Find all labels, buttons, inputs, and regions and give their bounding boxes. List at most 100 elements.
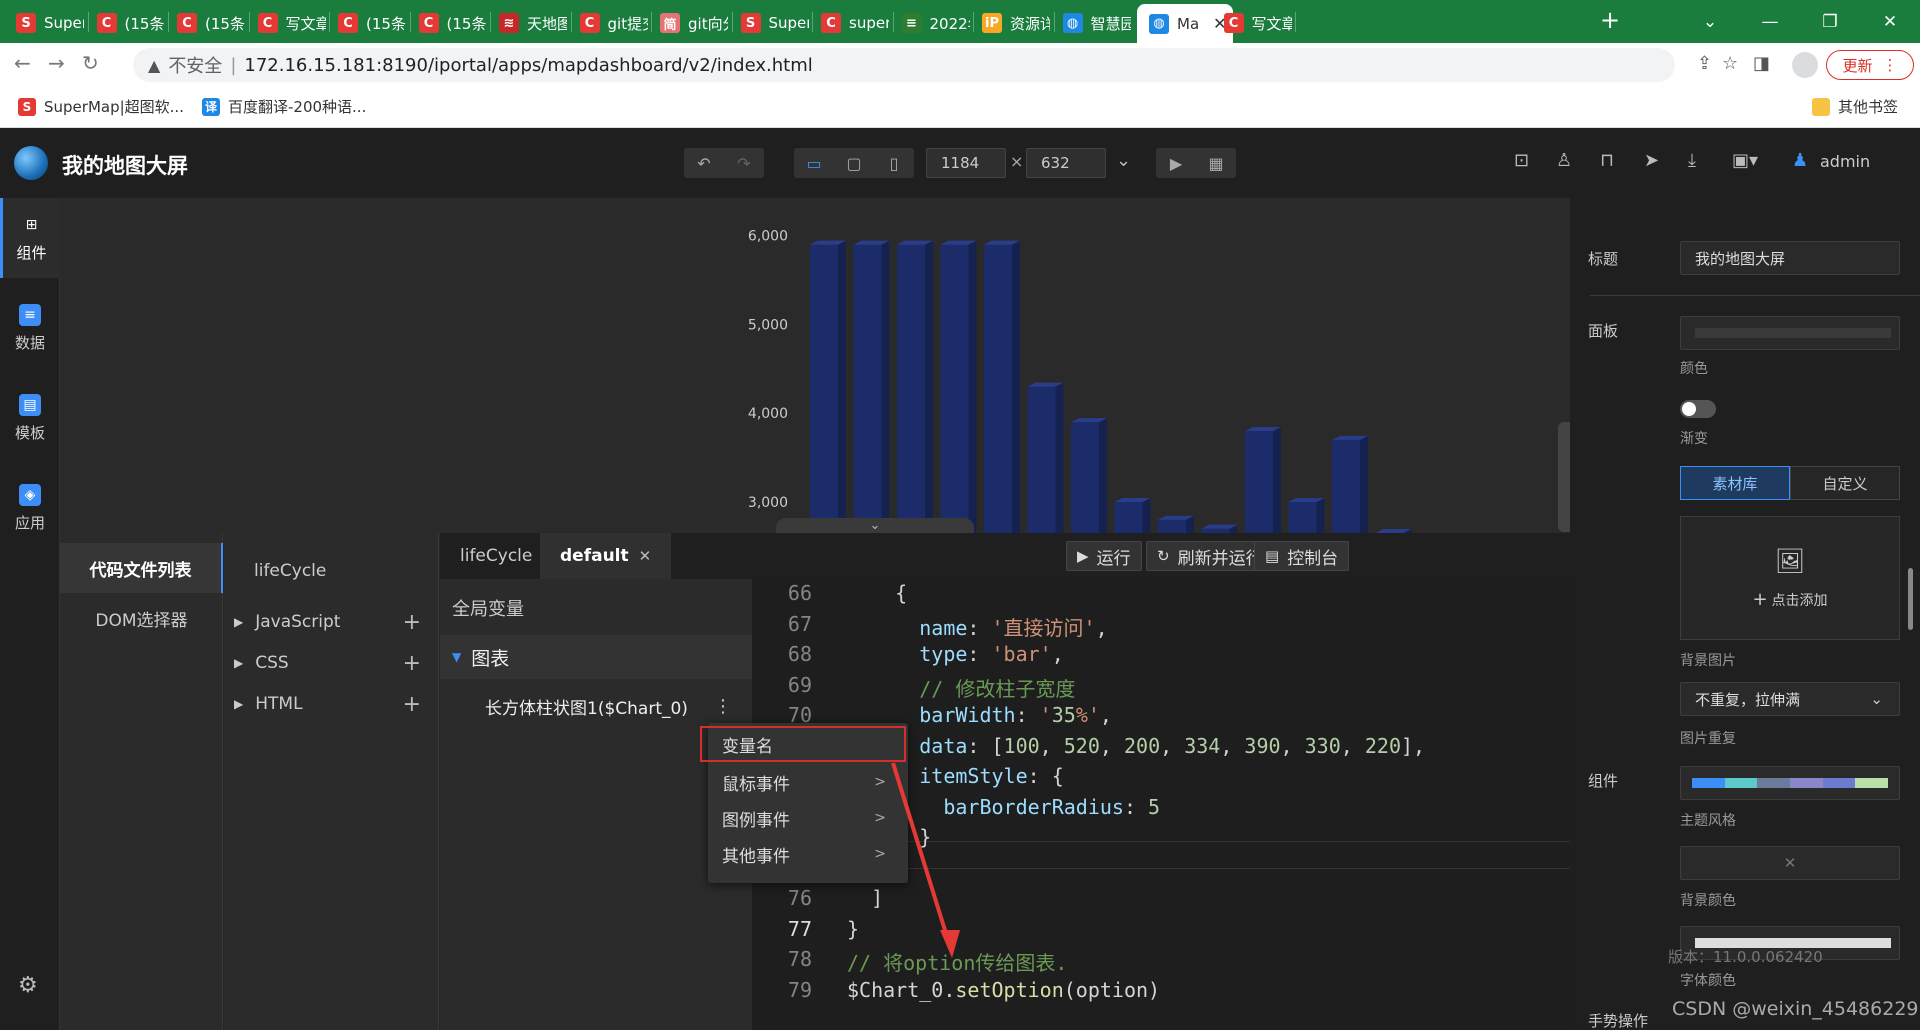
- sidebar-item-components[interactable]: ⊞ 组件: [0, 198, 60, 278]
- tree-item-css[interactable]: ▶ CSS +: [234, 648, 429, 678]
- add-icon[interactable]: +: [403, 651, 421, 676]
- dom-selector-tab[interactable]: DOM选择器: [60, 593, 223, 643]
- share-icon[interactable]: ⇪: [1697, 53, 1712, 74]
- settings-icon[interactable]: ⚙: [18, 973, 38, 998]
- image-repeat-select[interactable]: 不重复，拉伸满 ⌄: [1680, 682, 1900, 716]
- context-menu-item[interactable]: 其他事件 >: [708, 835, 908, 873]
- material-library-tab[interactable]: 素材库: [1680, 466, 1790, 500]
- browser-tab[interactable]: C (15条消: [171, 6, 245, 40]
- context-menu-item[interactable]: 图例事件 >: [708, 799, 908, 837]
- console-button[interactable]: ▤ 控制台: [1254, 541, 1350, 571]
- close-window-button[interactable]: ✕: [1860, 12, 1920, 32]
- sidebar-item-apps[interactable]: ◈ 应用: [0, 468, 60, 548]
- add-icon[interactable]: +: [403, 692, 421, 717]
- menu-dots-icon[interactable]: ⋮: [1883, 56, 1898, 74]
- run-button[interactable]: ▶ 运行: [1066, 541, 1142, 571]
- update-button[interactable]: 更新 ⋮: [1826, 50, 1914, 80]
- height-input[interactable]: 632: [1026, 148, 1106, 178]
- browser-tab[interactable]: ◍ 智慧园: [1057, 6, 1131, 40]
- profile-avatar[interactable]: [1792, 52, 1818, 78]
- chart-bar[interactable]: [853, 240, 890, 533]
- chart-bar[interactable]: [984, 240, 1020, 533]
- width-input[interactable]: 1184: [926, 148, 1006, 178]
- browser-tab[interactable]: ≡ 2022年: [896, 6, 970, 40]
- chart-bar[interactable]: [1027, 382, 1064, 533]
- chart-bar[interactable]: [810, 240, 846, 533]
- chart-group-header[interactable]: ▼ 图表: [440, 635, 752, 679]
- forward-arrow-icon[interactable]: →: [48, 51, 65, 75]
- star-icon[interactable]: ☆: [1722, 53, 1738, 74]
- side-panel-icon[interactable]: ◨: [1753, 53, 1770, 74]
- username[interactable]: admin: [1820, 152, 1870, 171]
- terminal-icon[interactable]: ⊡: [1514, 150, 1529, 171]
- bar-chart[interactable]: 3,000 4,000 5,000 6,000: [60, 198, 1570, 533]
- lock-icon[interactable]: ⊓: [1600, 150, 1614, 171]
- redo-icon[interactable]: ↷: [724, 154, 764, 173]
- chart-bar[interactable]: [1332, 435, 1368, 533]
- desktop-icon[interactable]: ▭: [794, 154, 834, 173]
- lifecycle-item[interactable]: lifeCycle: [254, 561, 326, 581]
- browser-tab[interactable]: iP 资源详: [976, 6, 1050, 40]
- chart-bar[interactable]: [1114, 497, 1151, 533]
- add-icon[interactable]: +: [403, 610, 421, 635]
- browser-tab[interactable]: C 写文章: [1218, 6, 1292, 40]
- preview-play-icon[interactable]: ▶: [1156, 154, 1196, 173]
- shirt-icon[interactable]: ♙: [1556, 150, 1572, 171]
- browser-tab[interactable]: ≋ 天地图: [493, 6, 567, 40]
- send-icon[interactable]: ➤: [1644, 150, 1659, 171]
- scrollbar[interactable]: [1908, 568, 1913, 630]
- gradient-toggle[interactable]: [1680, 400, 1716, 418]
- clear-icon[interactable]: ✕: [1784, 854, 1797, 872]
- more-vertical-icon[interactable]: ⋮: [714, 696, 732, 717]
- browser-tab[interactable]: C (15条消: [413, 6, 487, 40]
- download-icon[interactable]: ⤓: [1688, 150, 1696, 171]
- other-bookmarks[interactable]: 其他书签: [1812, 96, 1898, 117]
- chart-bar[interactable]: [1245, 426, 1281, 533]
- browser-tab[interactable]: C 写文章: [252, 6, 326, 40]
- context-menu-item[interactable]: 鼠标事件 >: [708, 763, 908, 801]
- chart-bar[interactable]: [1158, 515, 1194, 533]
- global-variables-label[interactable]: 全局变量: [452, 595, 524, 621]
- save-icon[interactable]: ▣▾: [1732, 150, 1758, 171]
- browser-tab[interactable]: 简 git向分: [654, 6, 728, 40]
- url-field[interactable]: ▲ 不安全 | 172.16.15.181:8190/iportal/apps/…: [133, 48, 1675, 82]
- code-file-list-tab[interactable]: 代码文件列表: [60, 543, 223, 593]
- tab-close-icon[interactable]: ✕: [639, 547, 652, 565]
- browser-tab[interactable]: Csuperm: [815, 6, 889, 40]
- chart-bar[interactable]: [897, 240, 933, 533]
- tab-search-icon[interactable]: ⌄: [1680, 12, 1740, 32]
- sidebar-item-templates[interactable]: ▤ 模板: [0, 378, 60, 458]
- panel-toggle-handle[interactable]: [1558, 422, 1570, 532]
- browser-tab[interactable]: S SuperM: [735, 6, 809, 40]
- editor-tab-default[interactable]: default ✕: [540, 533, 672, 579]
- chart-bar[interactable]: [940, 240, 977, 533]
- minimize-button[interactable]: —: [1740, 12, 1800, 32]
- reload-icon[interactable]: ↻: [82, 51, 99, 75]
- chevron-down-icon[interactable]: ⌄: [1116, 150, 1131, 171]
- browser-tab[interactable]: C (15条消: [91, 6, 165, 40]
- panel-color-input[interactable]: [1680, 316, 1900, 350]
- title-input[interactable]: 我的地图大屏: [1680, 241, 1900, 275]
- image-upload-box[interactable]: 🖼 + 点击添加: [1680, 516, 1900, 640]
- chart-bar[interactable]: [1288, 497, 1325, 533]
- chart-bar[interactable]: [1071, 418, 1107, 533]
- browser-tab[interactable]: C (15条消: [332, 6, 406, 40]
- bg-color-input[interactable]: ✕: [1680, 846, 1900, 880]
- chart-bar[interactable]: [1201, 524, 1238, 533]
- bookmark-item[interactable]: 译百度翻译-200种语...: [202, 96, 366, 117]
- browser-tab[interactable]: S SuperMap: [10, 6, 84, 40]
- chart-variable-item[interactable]: 长方体柱状图1($Chart_0) ⋮: [485, 691, 752, 721]
- undo-icon[interactable]: ↶: [684, 154, 724, 173]
- custom-tab[interactable]: 自定义: [1790, 466, 1900, 500]
- new-tab-button[interactable]: +: [1600, 6, 1620, 34]
- tree-item-javascript[interactable]: ▶ JavaScript +: [234, 607, 429, 637]
- qrcode-icon[interactable]: ▦: [1196, 154, 1236, 173]
- restore-button[interactable]: ❐: [1800, 12, 1860, 32]
- browser-tab[interactable]: Cgit提交: [574, 6, 648, 40]
- back-arrow-icon[interactable]: ←: [14, 51, 31, 75]
- tree-item-html[interactable]: ▶ HTML +: [234, 689, 429, 719]
- sidebar-item-data[interactable]: ≡ 数据: [0, 288, 60, 368]
- bookmark-item[interactable]: S SuperMap|超图软...: [18, 96, 184, 117]
- mobile-icon[interactable]: ▯: [874, 154, 914, 173]
- tablet-icon[interactable]: ▢: [834, 154, 874, 173]
